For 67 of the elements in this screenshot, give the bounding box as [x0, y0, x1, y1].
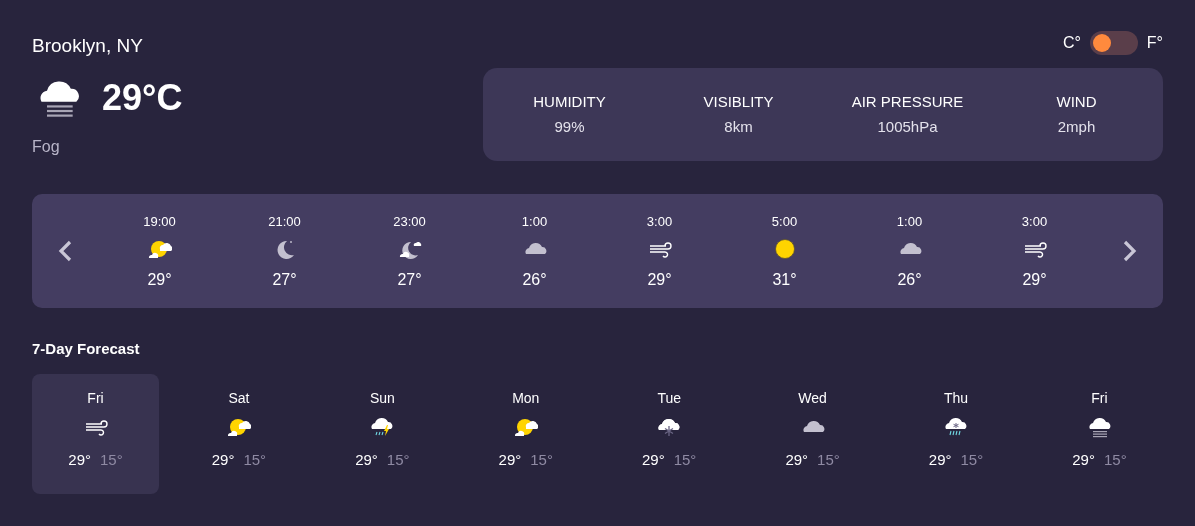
- high-temperature: 29°: [68, 451, 91, 469]
- sun-icon: [772, 236, 797, 261]
- hour-temperature: 26°: [897, 270, 922, 289]
- day-card[interactable]: Fri 29° 15°: [32, 374, 159, 494]
- stat-label: VISIBLITY: [703, 93, 774, 111]
- day-name: Tue: [657, 390, 681, 406]
- chevron-right-icon: [1123, 240, 1137, 262]
- hour-time: 3:00: [646, 213, 673, 230]
- high-temperature: 29°: [642, 451, 665, 469]
- stat-label: HUMIDITY: [533, 93, 606, 111]
- day-name: Mon: [512, 390, 540, 406]
- hour-time: 3:00: [1021, 213, 1048, 230]
- day-name: Sat: [228, 390, 250, 406]
- hour-temperature: 29°: [647, 270, 672, 289]
- day-name: Thu: [943, 390, 969, 406]
- day-card[interactable]: Sun 29° 15°: [318, 374, 446, 494]
- hour-temperature: 31°: [772, 270, 797, 289]
- fog-icon: [1087, 415, 1112, 439]
- hour-time: 5:00: [771, 213, 798, 230]
- low-temperature: 15°: [530, 451, 553, 469]
- high-temperature: 29°: [211, 451, 235, 469]
- day-card[interactable]: Wed 29° 15°: [749, 374, 877, 494]
- hour-time: 21:00: [268, 213, 301, 230]
- unit-toggle[interactable]: [1089, 31, 1138, 55]
- day-card[interactable]: Fri 29° 15°: [1035, 374, 1163, 494]
- stat-value: 2mph: [1057, 118, 1096, 136]
- high-temperature: 29°: [928, 451, 952, 469]
- current-temperature: 29°C: [102, 78, 183, 118]
- day-card[interactable]: Sat 29° 15°: [175, 374, 303, 494]
- high-temperature: 29°: [498, 451, 522, 469]
- low-temperature: 15°: [386, 451, 410, 469]
- high-temperature: 29°: [785, 451, 809, 469]
- chevron-left-icon: [57, 240, 72, 262]
- day-card[interactable]: Thu 29° 15°: [892, 374, 1020, 494]
- location-name: Brooklyn, NY: [32, 34, 143, 58]
- hour-time: 23:00: [393, 213, 426, 230]
- low-temperature: 15°: [243, 451, 267, 469]
- high-temperature: 29°: [1072, 451, 1095, 469]
- day-card[interactable]: Tue 29° 15°: [605, 374, 733, 494]
- day-name: Fri: [1091, 390, 1108, 406]
- hour-temperature: 27°: [397, 270, 422, 289]
- day-name: Sun: [369, 390, 395, 406]
- fahrenheit-label: F°: [1146, 33, 1163, 53]
- low-temperature: 15°: [1103, 451, 1127, 469]
- section-title: 7-Day Forecast: [32, 340, 140, 358]
- low-temperature: 15°: [673, 451, 697, 469]
- hour-time: 1:00: [896, 213, 923, 230]
- stat-value: 8km: [724, 118, 753, 136]
- low-temperature: 15°: [817, 451, 840, 469]
- stat-label: WIND: [1056, 93, 1097, 111]
- day-name: Wed: [798, 390, 827, 406]
- high-temperature: 29°: [355, 451, 378, 469]
- stat-label: AIR PRESSURE: [851, 93, 964, 111]
- hour-temperature: 26°: [522, 270, 547, 289]
- hour-time: 1:00: [521, 213, 548, 230]
- hour-temperature: 27°: [272, 270, 297, 289]
- low-temperature: 15°: [960, 451, 984, 469]
- low-temperature: 15°: [100, 451, 123, 469]
- weather-condition: Fog: [32, 137, 60, 157]
- stat-value: 99%: [554, 118, 585, 136]
- hour-time: 19:00: [143, 213, 176, 230]
- celsius-label: C°: [1062, 33, 1081, 53]
- day-name: Fri: [87, 390, 104, 406]
- hour-temperature: 29°: [147, 270, 172, 289]
- day-card[interactable]: Mon 29° 15°: [462, 374, 590, 494]
- hour-temperature: 29°: [1022, 270, 1047, 289]
- stat-value: 1005hPa: [877, 118, 938, 136]
